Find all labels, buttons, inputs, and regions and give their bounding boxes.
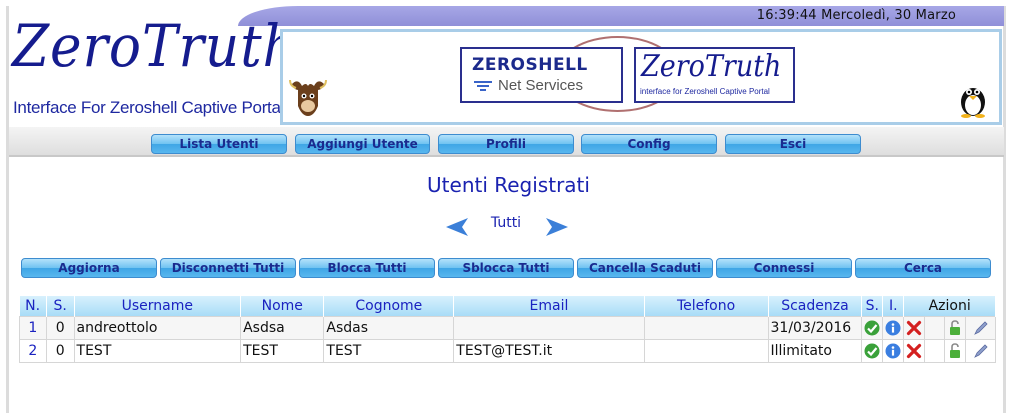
- row-telefono: [643, 338, 769, 363]
- row-info-cell: [882, 315, 905, 340]
- zeroshell-logo[interactable]: ZEROSHELL Net Services: [460, 47, 623, 103]
- nav-aggiungi-utente-button[interactable]: Aggiungi Utente: [295, 134, 430, 154]
- edit-icon[interactable]: [973, 320, 989, 336]
- row-unlock-cell: [944, 338, 967, 363]
- info-icon[interactable]: [885, 343, 901, 359]
- row-number[interactable]: 1: [19, 315, 47, 340]
- nav-profili-button[interactable]: Profili: [438, 134, 574, 154]
- row-delete-cell: [903, 338, 926, 363]
- row-status-code: 0: [45, 338, 75, 363]
- col-header-nome[interactable]: Nome: [240, 296, 325, 316]
- row-email: TEST@TEST.it: [453, 338, 645, 363]
- row-status-cell: [861, 315, 884, 340]
- signal-icon: [474, 81, 492, 95]
- row-number[interactable]: 2: [19, 338, 47, 363]
- row-nome: TEST: [240, 338, 325, 363]
- row-username: andreottolo: [73, 315, 242, 340]
- cancella-scaduti-button[interactable]: Cancella Scaduti: [577, 258, 713, 278]
- gnu-icon: [289, 79, 327, 116]
- col-header-info: I.: [882, 296, 905, 316]
- row-unlock-cell: [944, 315, 967, 340]
- sblocca-tutti-button[interactable]: Sblocca Tutti: [438, 258, 574, 278]
- logo-title: ZeroTruth: [12, 12, 298, 80]
- zerotruth-banner-logo[interactable]: ZeroTruth interface for Zeroshell Captiv…: [634, 47, 795, 103]
- row-telefono: [643, 315, 769, 340]
- zeroshell-title: ZEROSHELL: [472, 55, 588, 75]
- logo: ZeroTruth Interface For Zeroshell Captiv…: [10, 10, 297, 122]
- nav-config-button[interactable]: Config: [581, 134, 717, 154]
- col-header-telefono[interactable]: Telefono: [644, 296, 769, 316]
- col-header-cognome[interactable]: Cognome: [323, 296, 455, 316]
- clock: 16:39:44 Mercoledì, 30 Marzo: [756, 8, 956, 23]
- frame-right-border: [1003, 6, 1006, 413]
- unlock-icon[interactable]: [947, 342, 963, 359]
- col-header-email[interactable]: Email: [453, 296, 645, 316]
- row-empty-cell: [924, 338, 946, 363]
- top-bar: 16:39:44 Mercoledì, 30 Marzo: [238, 6, 1004, 26]
- logo-subtitle: Interface For Zeroshell Captive Portal: [13, 98, 285, 117]
- col-header-username[interactable]: Username: [74, 296, 242, 316]
- row-edit-cell: [965, 315, 996, 340]
- cerca-button[interactable]: Cerca: [855, 258, 991, 278]
- row-username: TEST: [73, 338, 242, 363]
- col-header-n: N.: [19, 296, 47, 316]
- row-cognome: TEST: [323, 338, 455, 363]
- frame-left-border: [6, 6, 9, 413]
- col-header-azioni: Azioni: [903, 296, 996, 316]
- connessi-button[interactable]: Connessi: [716, 258, 852, 278]
- row-email: [453, 315, 645, 340]
- disconnetti-tutti-button[interactable]: Disconnetti Tutti: [160, 258, 296, 278]
- arrow-left-icon[interactable]: [444, 216, 470, 238]
- row-empty-cell: [924, 315, 946, 340]
- nav-lista-utenti-button[interactable]: Lista Utenti: [151, 134, 287, 154]
- page-title: Utenti Registrati: [427, 173, 590, 197]
- table-header-row: N. S. Username Nome Cognome Email Telefo…: [19, 296, 996, 316]
- delete-icon[interactable]: [906, 343, 922, 359]
- table-row: 1 0 andreottolo Asdsa Asdas 31/03/2016: [19, 315, 996, 340]
- unlock-icon[interactable]: [947, 319, 963, 336]
- row-scadenza: 31/03/2016: [767, 315, 863, 340]
- row-status-cell: [861, 338, 884, 363]
- row-info-cell: [882, 338, 905, 363]
- users-table: N. S. Username Nome Cognome Email Telefo…: [19, 296, 996, 363]
- nav-esci-button[interactable]: Esci: [725, 134, 861, 154]
- zerotruth-banner-subtitle: interface for Zeroshell Captive Portal: [640, 87, 770, 96]
- col-header-status: S.: [861, 296, 884, 316]
- check-icon[interactable]: [864, 320, 880, 336]
- row-status-code: 0: [45, 315, 75, 340]
- row-edit-cell: [965, 338, 996, 363]
- zerotruth-banner-title: ZeroTruth: [641, 49, 782, 84]
- check-icon[interactable]: [864, 343, 880, 359]
- table-row: 2 0 TEST TEST TEST TEST@TEST.it Illimita…: [19, 338, 996, 363]
- edit-icon[interactable]: [973, 343, 989, 359]
- info-icon[interactable]: [885, 320, 901, 336]
- delete-icon[interactable]: [906, 320, 922, 336]
- filter-label: Tutti: [490, 215, 522, 231]
- row-nome: Asdsa: [240, 315, 325, 340]
- tux-icon: [961, 88, 985, 118]
- col-header-s: S.: [46, 296, 75, 316]
- col-header-scadenza[interactable]: Scadenza: [768, 296, 863, 316]
- row-delete-cell: [903, 315, 926, 340]
- aggiorna-button[interactable]: Aggiorna: [21, 258, 157, 278]
- row-scadenza: Illimitato: [767, 338, 863, 363]
- arrow-right-icon[interactable]: [544, 216, 570, 238]
- row-cognome: Asdas: [323, 315, 455, 340]
- blocca-tutti-button[interactable]: Blocca Tutti: [299, 258, 435, 278]
- zeroshell-subtitle: Net Services: [498, 77, 584, 94]
